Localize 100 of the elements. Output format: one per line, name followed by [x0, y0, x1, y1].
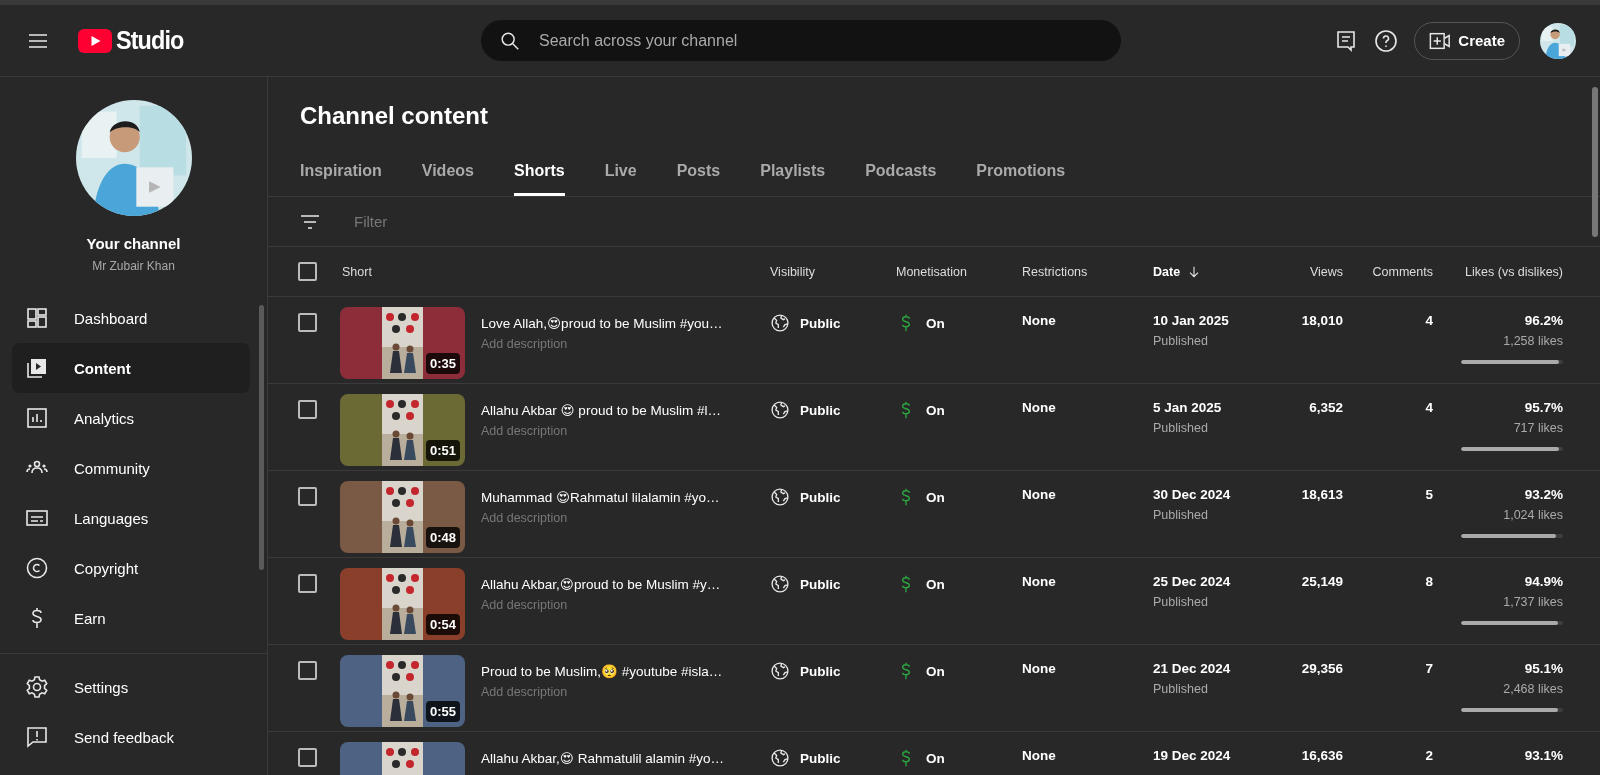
column-header[interactable]: Comments: [1372, 264, 1433, 279]
globe-icon: [770, 574, 790, 594]
tab[interactable]: Live: [604, 150, 637, 196]
logo[interactable]: Studio: [78, 25, 191, 56]
column-header[interactable]: Restrictions: [1022, 264, 1088, 279]
dashboard-icon: [25, 306, 49, 330]
visibility-text: Public: [800, 402, 841, 418]
likes-count: 1,737 likes: [1503, 595, 1563, 609]
likes-count: 2,468 likes: [1503, 682, 1563, 696]
column-header[interactable]: Views: [1309, 264, 1343, 279]
tab[interactable]: Podcasts: [865, 150, 937, 196]
tab[interactable]: Shorts: [513, 150, 565, 196]
visibility-text: Public: [800, 576, 841, 592]
channel-name: Mr Zubair Khan: [92, 259, 175, 273]
checkbox[interactable]: [298, 661, 317, 680]
nav-item[interactable]: Dashboard: [12, 293, 250, 343]
scrollbar[interactable]: [1592, 87, 1598, 237]
views-count: 16,636: [1301, 748, 1343, 763]
checkbox[interactable]: [298, 574, 317, 593]
tab[interactable]: Playlists: [760, 150, 826, 196]
tab[interactable]: Promotions: [976, 150, 1066, 196]
video-title[interactable]: Muhammad 😍Rahmatul lilalamin #yo…: [481, 489, 720, 505]
globe-icon: [770, 661, 790, 681]
bar-chart-icon: [25, 406, 49, 430]
checkbox[interactable]: [298, 748, 317, 767]
play-logo-icon: [78, 28, 112, 53]
column-header[interactable]: Short: [342, 264, 372, 279]
monetisation-text: On: [926, 576, 945, 592]
duration-badge: 0:35: [425, 353, 460, 374]
views-count: 6,352: [1309, 400, 1343, 415]
tab[interactable]: Videos: [421, 150, 474, 196]
help-icon[interactable]: [1374, 28, 1399, 53]
nav-item[interactable]: Content: [12, 343, 250, 393]
search-bar[interactable]: Search across your channel: [481, 20, 1121, 61]
checkbox[interactable]: [298, 313, 317, 332]
column-header[interactable]: Likes (vs dislikes): [1465, 264, 1563, 279]
likes-count: 1,024 likes: [1503, 508, 1563, 522]
likes-percent: 96.2%: [1524, 313, 1563, 328]
likes-count: 1,258 likes: [1503, 334, 1563, 348]
nav-item[interactable]: Earn: [12, 593, 250, 643]
status-text: Published: [1153, 421, 1208, 435]
likes-count: 717 likes: [1513, 421, 1563, 435]
copyright-icon: [25, 556, 49, 580]
status-text: Published: [1153, 595, 1208, 609]
globe-icon: [770, 400, 790, 420]
views-count: 29,356: [1301, 661, 1343, 676]
video-title[interactable]: Allahu Akbar,😍proud to be Muslim #y…: [481, 576, 721, 592]
column-header[interactable]: Date: [1153, 264, 1181, 279]
date-text: 5 Jan 2025: [1153, 400, 1222, 415]
comments-count: 2: [1425, 748, 1433, 763]
restrictions-text: None: [1022, 748, 1056, 763]
duration-badge: 0:55: [425, 701, 460, 722]
restrictions-text: None: [1022, 400, 1056, 415]
video-title[interactable]: Love Allah,😍proud to be Muslim #you…: [481, 315, 723, 331]
column-header[interactable]: Visibility: [770, 264, 815, 279]
nav-item[interactable]: Languages: [12, 493, 250, 543]
duration-badge: 0:54: [425, 614, 460, 635]
date-text: 30 Dec 2024: [1153, 487, 1231, 502]
comments-count: 4: [1425, 400, 1433, 415]
tab[interactable]: Inspiration: [300, 150, 382, 196]
nav-item[interactable]: Send feedback: [12, 712, 250, 762]
channel-title[interactable]: Your channel: [86, 235, 181, 252]
views-count: 18,613: [1301, 487, 1343, 502]
column-header[interactable]: Monetisation: [896, 264, 967, 279]
nav-item[interactable]: Copyright: [12, 543, 250, 593]
restrictions-text: None: [1022, 487, 1056, 502]
visibility-text: Public: [800, 315, 841, 331]
comments-count: 4: [1425, 313, 1433, 328]
comments-count: 5: [1425, 487, 1433, 502]
tab[interactable]: Posts: [676, 150, 721, 196]
likes-percent: 93.2%: [1524, 487, 1563, 502]
views-count: 18,010: [1301, 313, 1343, 328]
nav-item[interactable]: Community: [12, 443, 250, 493]
checkbox[interactable]: [298, 400, 317, 419]
video-title[interactable]: Allahu Akbar,😍 Rahmatulil alamin #yo…: [481, 750, 724, 766]
video-title[interactable]: Proud to be Muslim,🥺 #youtube #isla…: [481, 663, 723, 679]
status-text: Published: [1153, 508, 1208, 522]
status-text: Published: [1153, 334, 1208, 348]
checkbox[interactable]: [298, 487, 317, 506]
likes-percent: 94.9%: [1524, 574, 1563, 589]
date-text: 19 Dec 2024: [1153, 748, 1231, 763]
monetisation-text: On: [926, 489, 945, 505]
checkbox[interactable]: [298, 262, 317, 281]
search-field[interactable]: Search across your channel: [537, 30, 1103, 51]
globe-icon: [770, 313, 790, 333]
date-text: 21 Dec 2024: [1153, 661, 1231, 676]
video-title[interactable]: Allahu Akbar 😍 proud to be Muslim #l…: [481, 402, 721, 418]
page-title: Channel content: [300, 102, 489, 130]
status-text: Published: [1153, 682, 1208, 696]
filter-field[interactable]: Filter: [352, 212, 652, 231]
monetisation-text: On: [926, 663, 945, 679]
nav-item[interactable]: Analytics: [12, 393, 250, 443]
visibility-text: Public: [800, 663, 841, 679]
nav-item[interactable]: Settings: [12, 662, 250, 712]
scrollbar[interactable]: [259, 305, 264, 570]
likes-percent: 95.1%: [1524, 661, 1563, 676]
date-text: 25 Dec 2024: [1153, 574, 1231, 589]
feedback-icon: [25, 725, 49, 749]
visibility-text: Public: [800, 750, 841, 766]
globe-icon: [770, 748, 790, 768]
